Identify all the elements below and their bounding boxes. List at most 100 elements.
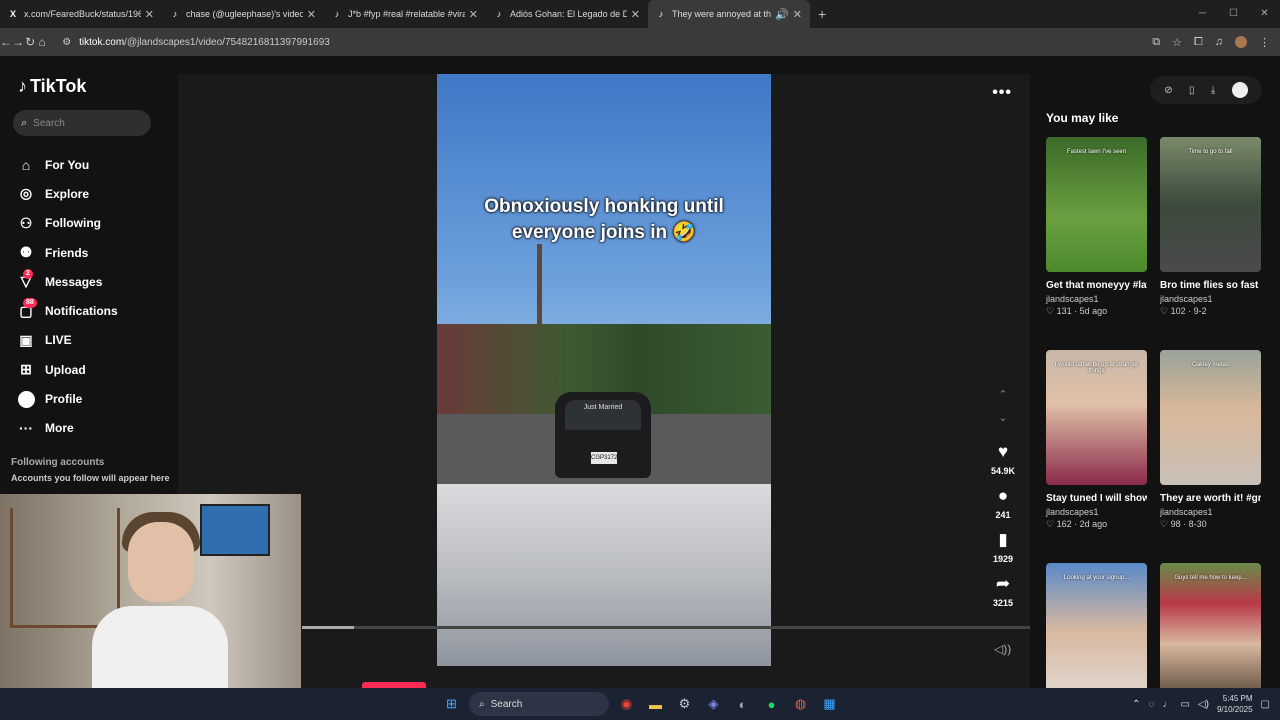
user-avatar[interactable] — [1231, 82, 1248, 98]
sidebar-item-live[interactable]: ▣ LIVE — [17, 326, 167, 355]
clock-time: 5:45 PM — [1222, 694, 1253, 703]
bookmark-star-icon[interactable]: ☆ — [1172, 36, 1182, 49]
card-username[interactable]: jlandscapes1 — [1046, 294, 1147, 304]
windows-start-icon[interactable]: ⊞ — [440, 693, 463, 716]
sidebar-item-more[interactable]: ··· More — [17, 414, 167, 443]
volume-icon[interactable]: ◁) — [1198, 699, 1209, 710]
speaker-icon[interactable]: 🔊 — [775, 8, 789, 21]
card-title[interactable]: They are worth it! #grasstok #lawnca... — [1160, 491, 1261, 506]
steam-icon[interactable]: ◐ — [731, 693, 754, 716]
search-input[interactable]: ⌕ Search — [13, 110, 151, 136]
recommendation-card[interactable]: I would rather be up at stranger things … — [1046, 350, 1147, 530]
download-icon[interactable]: ⤓ — [1211, 85, 1215, 96]
comment-button[interactable]: ● 241 — [978, 486, 1028, 520]
file-explorer-icon[interactable]: ▬ — [644, 693, 667, 716]
taskbar-search[interactable]: ⌕ Search — [469, 692, 609, 716]
back-icon[interactable]: ← — [0, 35, 12, 49]
card-age: 2d ago — [1079, 519, 1108, 529]
close-tab-icon[interactable]: ✕ — [793, 8, 802, 21]
notification-icon[interactable]: ▢ — [1261, 699, 1270, 710]
video-frame[interactable]: Just Married CGP3172 Obnoxiously honking… — [437, 74, 771, 666]
video-thumbnail[interactable]: Oakley metas — [1160, 350, 1261, 485]
more-options-icon[interactable]: ••• — [992, 84, 1012, 102]
recommendation-card[interactable]: Looking at your signup... — [1046, 563, 1147, 698]
chrome-icon[interactable]: ◉ — [615, 693, 638, 716]
like-button[interactable]: ♥ 54.9K — [978, 442, 1028, 476]
reload-icon[interactable]: ↻ — [24, 35, 36, 49]
sidebar-item-messages[interactable]: ▽ 2 Messages — [17, 267, 167, 296]
minimize-icon[interactable]: ─ — [1187, 0, 1218, 28]
forward-icon[interactable]: → — [12, 35, 24, 49]
recommendation-card[interactable]: Guys tell me how to keep... — [1160, 563, 1261, 698]
sidebar-item-following[interactable]: ⚇ Following — [17, 209, 167, 238]
video-thumbnail[interactable]: Fastest lawn I've seen — [1046, 137, 1147, 272]
taskbar-clock[interactable]: 5:45 PM 9/10/2025 — [1217, 693, 1253, 715]
maximize-icon[interactable]: ☐ — [1218, 0, 1249, 28]
browser-tab[interactable]: ♪ J*b #fyp #real #relatable #viral ✕ — [324, 0, 486, 28]
home-icon: ⌂ — [21, 156, 31, 173]
save-button[interactable]: ▮ 1929 — [978, 530, 1028, 564]
browser-tab[interactable]: X x.com/FearedBuck/status/19656 ✕ — [0, 0, 162, 28]
close-tab-icon[interactable]: ✕ — [631, 8, 640, 21]
sidebar-item-explore[interactable]: ◎ Explore — [17, 179, 167, 208]
close-window-icon[interactable]: ✕ — [1249, 0, 1280, 28]
browser-menu-icon[interactable]: ⋮ — [1259, 36, 1270, 49]
browser-tab[interactable]: ♪ chase (@ugleephase)'s video o ✕ — [162, 0, 324, 28]
card-title[interactable]: Bro time flies so fast #fyp #lawncare... — [1160, 278, 1261, 293]
tray-app-icon[interactable]: ◌ — [1149, 699, 1155, 710]
sidebar-item-notifications[interactable]: ▢ 88 Notifications — [17, 296, 167, 325]
sidebar-item-friends[interactable]: ⚉ Friends — [17, 238, 167, 267]
tab-title: J*b #fyp #real #relatable #viral — [348, 9, 465, 19]
close-tab-icon[interactable]: ✕ — [469, 8, 478, 21]
app-icon[interactable]: ▦ — [818, 693, 841, 716]
close-tab-icon[interactable]: ✕ — [307, 8, 316, 21]
spotify-icon[interactable]: ● — [760, 693, 783, 716]
discord-icon[interactable]: ◈ — [702, 693, 725, 716]
sidebar-item-profile[interactable]: Profile — [17, 384, 167, 413]
install-app-icon[interactable]: ⧉ — [1152, 36, 1160, 49]
card-title[interactable]: Get that moneyyy #lawncare #grasst... — [1046, 278, 1147, 293]
home-icon[interactable]: ⌂ — [36, 35, 48, 49]
video-player[interactable]: Just Married CGP3172 Obnoxiously honking… — [178, 74, 1030, 688]
url-field[interactable]: ⚙ tiktok.com/@jlandscapes1/video/7548216… — [62, 31, 1152, 53]
sidebar-item-upload[interactable]: ⊞ Upload — [17, 355, 167, 384]
compass-icon[interactable]: ⊘ — [1164, 85, 1172, 96]
card-username[interactable]: jlandscapes1 — [1160, 294, 1261, 304]
recommendation-card[interactable]: Oakley metas They are worth it! #grassto… — [1160, 350, 1261, 530]
next-video-icon[interactable]: ⌄ — [995, 411, 1011, 424]
settings-icon[interactable]: ⚙ — [673, 693, 696, 716]
card-username[interactable]: jlandscapes1 — [1160, 507, 1261, 517]
extensions-icon[interactable]: ⧠ — [1194, 36, 1203, 49]
site-info-icon[interactable]: ⚙ — [62, 37, 71, 48]
volume-icon[interactable]: ◁)) — [994, 642, 1011, 656]
thumbnail-overlay-text: Looking at your signup... — [1063, 575, 1130, 581]
microphone-icon[interactable]: ♩ — [1162, 699, 1172, 710]
chevron-up-icon[interactable]: ⌃ — [1132, 699, 1140, 710]
sidebar-item-for-you[interactable]: ⌂ For You — [17, 150, 167, 179]
device-icon[interactable]: ▯ — [1189, 85, 1195, 96]
tiktok-logo[interactable]: ♪ TikTok — [18, 76, 86, 97]
video-thumbnail[interactable]: Guys tell me how to keep... — [1160, 563, 1261, 698]
browser-profile-avatar[interactable] — [1235, 35, 1247, 48]
display-icon[interactable]: ▭ — [1180, 699, 1189, 710]
video-thumbnail[interactable]: I would rather be up at stranger things — [1046, 350, 1147, 485]
card-title[interactable]: Stay tuned I will show the other spo... — [1046, 491, 1147, 506]
media-icon[interactable]: ♫ — [1215, 36, 1223, 49]
video-thumbnail[interactable]: Time to go to fall — [1160, 137, 1261, 272]
obs-icon[interactable]: ◍ — [789, 693, 812, 716]
previous-video-icon[interactable]: ⌃ — [995, 388, 1011, 401]
tab-title: chase (@ugleephase)'s video o — [186, 9, 303, 19]
recommendation-card[interactable]: Time to go to fall Bro time flies so fas… — [1160, 137, 1261, 317]
address-bar-row: ← → ↻ ⌂ ⚙ tiktok.com/@jlandscapes1/video… — [0, 28, 1280, 56]
close-tab-icon[interactable]: ✕ — [145, 8, 154, 21]
browser-tab-active[interactable]: ♪ They were annoyed at the e 🔊 ✕ — [648, 0, 810, 28]
new-tab-button[interactable]: + — [818, 6, 826, 22]
following-accounts-subtext: Accounts you follow will appear here — [11, 473, 170, 483]
video-progress-bar[interactable] — [302, 626, 1030, 629]
share-button[interactable]: ➦ 3215 — [978, 574, 1028, 608]
video-thumbnail[interactable]: Looking at your signup... — [1046, 563, 1147, 698]
recommendation-card[interactable]: Fastest lawn I've seen Get that moneyyy … — [1046, 137, 1147, 317]
card-username[interactable]: jlandscapes1 — [1046, 507, 1147, 517]
more-icon: ··· — [19, 420, 33, 437]
browser-tab[interactable]: ♪ Adiós Gohan: El Legado de Dra ✕ — [486, 0, 648, 28]
